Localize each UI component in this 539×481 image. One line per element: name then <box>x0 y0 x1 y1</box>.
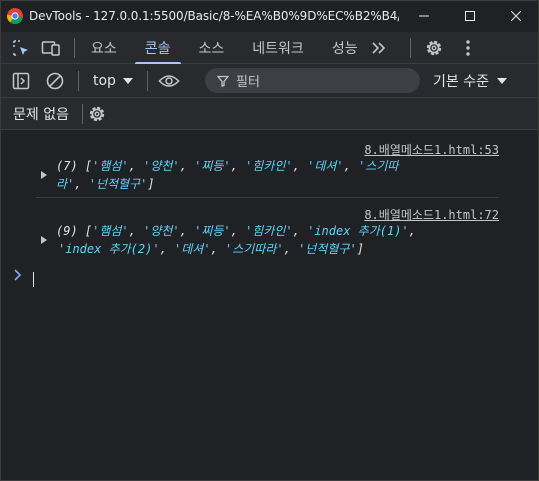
inspect-cursor-icon <box>13 39 28 56</box>
tab-performance[interactable]: 성능 <box>318 32 372 64</box>
console-toolbar: top 필터 기본 수준 <box>0 64 539 98</box>
issues-status: 문제 없음 <box>13 106 69 123</box>
chrome-logo-icon <box>7 8 23 24</box>
tab-sources[interactable]: 소스 <box>185 32 239 64</box>
console-prompt-icon <box>14 269 22 281</box>
filter-input[interactable]: 필터 <box>205 68 420 93</box>
divider <box>78 70 79 91</box>
expand-arrow-icon[interactable] <box>41 236 47 244</box>
more-options-button[interactable] <box>457 37 479 59</box>
inspect-element-button[interactable] <box>10 37 32 59</box>
device-mode-icon <box>41 40 60 56</box>
message-source-link[interactable]: 8.배열메소드1.html:72 <box>364 206 499 223</box>
message-divider <box>36 197 499 198</box>
maximize-icon <box>465 11 475 21</box>
log-levels-label: 기본 수준 <box>433 74 489 90</box>
close-button[interactable] <box>493 0 539 32</box>
issues-bar: 문제 없음 <box>0 98 539 130</box>
toggle-sidebar-button[interactable] <box>10 70 32 92</box>
tab-network[interactable]: 네트워크 <box>238 32 318 64</box>
gear-icon <box>89 106 105 121</box>
expand-arrow-icon[interactable] <box>41 171 47 179</box>
window-title-bar: DevTools - 127.0.0.1:5500/Basic/8-%EA%B0… <box>0 0 539 32</box>
divider <box>81 103 83 124</box>
filter-icon <box>217 75 229 87</box>
double-chevron-right-icon <box>372 41 385 54</box>
clear-circle-icon <box>46 72 64 89</box>
message-source-link[interactable]: 8.배열메소드1.html:53 <box>364 141 499 158</box>
window-title: DevTools - 127.0.0.1:5500/Basic/8-%EA%B0… <box>29 9 399 23</box>
console-output: 8.배열메소드1.html:53 (7) ['햄섬', '양천', '찌등', … <box>0 131 539 481</box>
device-toolbar-button[interactable] <box>40 37 62 59</box>
console-settings-button[interactable] <box>86 103 108 125</box>
divider <box>146 70 148 91</box>
sidebar-icon <box>12 72 30 89</box>
eye-icon <box>158 74 180 87</box>
live-expression-button[interactable] <box>158 70 180 92</box>
message-line[interactable]: (7) ['햄섬', '양천', '찌등', '힘카인', '데셔', '스기따 <box>56 157 398 174</box>
message-line-continued: 'index 추가(2)', '데셔', '스기따라', '넌적혈구'] <box>58 242 364 256</box>
close-icon <box>511 11 521 21</box>
settings-button[interactable] <box>423 37 445 59</box>
devtools-tab-bar: 요소 콘솔 소스 네트워크 성능 <box>0 32 539 64</box>
kebab-menu-icon <box>465 39 470 56</box>
divider <box>409 37 411 58</box>
log-levels-dropdown[interactable]: 기본 수준 <box>433 64 507 98</box>
message-line[interactable]: (9) ['햄섬', '양천', '찌등', '힘카인', 'index 추가(… <box>56 222 416 239</box>
context-value: top <box>93 72 116 89</box>
clear-console-button[interactable] <box>44 70 66 92</box>
gear-icon <box>426 40 441 55</box>
maximize-button[interactable] <box>447 0 493 32</box>
dropdown-arrow-icon <box>496 78 507 84</box>
divider <box>74 37 75 58</box>
tab-console[interactable]: 콘솔 <box>131 32 185 64</box>
filter-placeholder: 필터 <box>236 75 260 90</box>
context-selector[interactable]: top <box>89 71 137 91</box>
minimize-icon <box>419 15 429 17</box>
tab-elements[interactable]: 요소 <box>77 32 131 64</box>
dropdown-arrow-icon <box>122 77 133 84</box>
message-line-continued: 라', '넌적혈구'] <box>56 177 155 191</box>
minimize-button[interactable] <box>401 0 447 32</box>
console-input-cursor[interactable] <box>33 272 34 287</box>
